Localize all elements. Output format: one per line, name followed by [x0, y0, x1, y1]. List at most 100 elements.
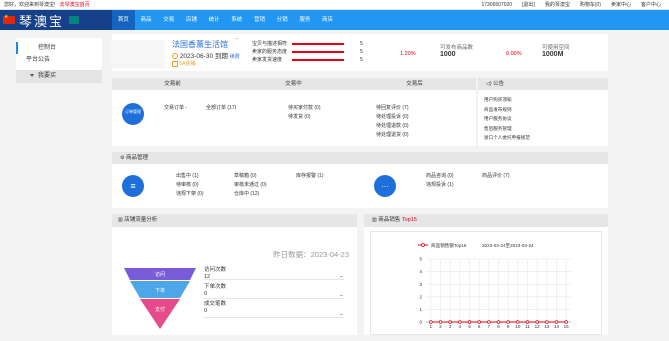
x-tick-label: 2	[439, 324, 442, 329]
warehouse[interactable]: 仓库中 (12)	[234, 190, 267, 199]
space-value: 1000M	[542, 51, 564, 58]
store-logo	[110, 40, 165, 68]
funnel-label-order: 下单	[155, 287, 165, 294]
notice-item[interactable]: 售后服务管理	[484, 124, 530, 134]
visit-count-label: 访问次数	[204, 267, 227, 273]
order-manage-icon[interactable]: 订单管理	[122, 103, 144, 125]
trade-col-mid: 交易中	[285, 81, 302, 87]
trade-header: 交易前 交易中 交易后	[112, 78, 476, 90]
traffic-header: ▥ 店铺流量分析	[112, 214, 357, 227]
pending-reviews[interactable]: 待回复评价 (7)	[376, 104, 409, 113]
data-point	[516, 320, 520, 324]
row-divider	[204, 298, 344, 299]
data-point	[467, 320, 472, 324]
notice-item[interactable]: 用户服务协议	[484, 114, 530, 124]
sidebar-item-notice[interactable]: 平台公告	[16, 54, 102, 66]
nav-stats[interactable]: 统计	[203, 10, 226, 30]
pending-refunds[interactable]: 待处理退款 (0)	[376, 122, 409, 131]
nav-trade[interactable]: 交易	[157, 10, 180, 30]
nav-store[interactable]: 店铺	[180, 10, 203, 30]
stock-alert[interactable]: 库存报警 (1)	[296, 172, 324, 179]
y-tick-label: 3	[419, 282, 422, 287]
violation-complaint[interactable]: 违规投诉 (1)	[426, 181, 454, 190]
nav-distribution[interactable]: 分销	[271, 10, 294, 30]
sidebar-item-console[interactable]: 控制台	[16, 42, 102, 54]
data-point	[506, 320, 510, 324]
store-level-text: 5A店铺	[179, 61, 196, 67]
pending-returns[interactable]: 待处理退货 (0)	[376, 131, 409, 140]
rating-bar-2	[292, 51, 344, 53]
notice-list: 用户购买须知 商品发布规则 用户服务协议 售后服务管理 浙口个人委托申报规范	[484, 95, 530, 143]
violation-removed[interactable]: 违规下架 (0)	[176, 190, 204, 199]
legend-marker	[421, 243, 425, 247]
rating-delivery: 卖家发货速度	[252, 57, 283, 63]
renew-link[interactable]: 续费	[230, 54, 240, 60]
x-tick-label: 8	[497, 324, 500, 329]
trade-mid-list: 待买家付款 (0) 待发货 (0)	[288, 104, 321, 122]
cart-link[interactable]: 购物车(0)	[580, 0, 601, 10]
all-orders[interactable]: 全部订单 (17)	[206, 104, 236, 111]
awaiting-payment[interactable]: 待买家付款 (0)	[288, 104, 321, 113]
x-tick-label: 5	[468, 324, 471, 329]
notice-item[interactable]: 用户购买须知	[484, 95, 530, 105]
home-link[interactable]: 去琴澳宝首页	[60, 2, 90, 8]
brand[interactable]: 琴澳宝	[0, 10, 112, 30]
trade-panel: 订单管理 交易订单 - 全部订单 (17) 待买家付款 (0) 待发货 (0) …	[112, 90, 476, 146]
trade-orders[interactable]: 交易订单 -	[164, 104, 187, 111]
on-sale[interactable]: 出售中 (1)	[176, 172, 204, 181]
notice-item[interactable]: 浙口个人委托申报规范	[484, 133, 530, 143]
speaker-icon: ◁)	[486, 81, 492, 87]
data-point	[535, 320, 539, 324]
pending-complaints[interactable]: 待处理投诉 (0)	[376, 113, 409, 122]
notice-item[interactable]: 商品发布规则	[484, 105, 530, 115]
medal-icon	[172, 60, 178, 67]
x-tick-label: 13	[544, 324, 550, 329]
nav-system[interactable]: 系统	[225, 10, 248, 30]
order-trend: –	[340, 293, 343, 299]
chat-icon[interactable]: …	[374, 175, 396, 197]
product-consult[interactable]: 商品咨询 (0)	[426, 172, 454, 181]
data-point	[564, 320, 568, 324]
rating-service: 卖家的服务态度	[252, 49, 288, 55]
notice-title: 公告	[493, 81, 505, 87]
pending-audit[interactable]: 待审核 (0)	[176, 181, 204, 190]
rating-bar-3	[292, 59, 344, 61]
logout-link[interactable]: [退出]	[522, 0, 535, 10]
awaiting-shipment[interactable]: 待发货 (0)	[288, 113, 321, 122]
nav-home[interactable]: 首页	[112, 10, 135, 30]
trade-post-list: 待回复评价 (7) 待处理投诉 (0) 待处理退款 (0) 待处理退货 (0)	[376, 104, 409, 140]
list-icon[interactable]: ≡	[122, 175, 144, 197]
row-divider	[204, 317, 344, 318]
data-point	[525, 320, 530, 324]
store-name[interactable]: 法国香薰生活馆	[172, 39, 228, 50]
store-panel: 法国香薰生活馆 2023-06-30 到期 续费 5A店铺 - 宝贝与描述相符 …	[110, 34, 608, 71]
main-nav: 琴澳宝 首页 商品 交易 店铺 统计 系统 营销 分销 服务 商店	[0, 10, 669, 30]
audit-failed[interactable]: 审核未通过 (0)	[234, 181, 267, 190]
nav-service[interactable]: 服务	[294, 10, 317, 30]
seller-center-link[interactable]: 卖家中心	[611, 0, 631, 10]
traffic-date: 昨日数据：2023-04-23	[273, 250, 349, 259]
nav-marketing[interactable]: 营销	[248, 10, 271, 30]
sales-chart-frame: 商品销售额Top15 2023-03-24至2023-04-24 0123451…	[370, 231, 602, 335]
x-tick-label: 11	[525, 324, 530, 329]
my-store-link[interactable]: 我的琴澳宝	[545, 0, 570, 10]
service-center-link[interactable]: 客户中心	[641, 0, 661, 10]
nav-shop[interactable]: 商店	[316, 10, 339, 30]
product-reviews[interactable]: 商品评价 (7)	[482, 172, 510, 179]
brand-name: 琴澳宝	[19, 14, 65, 30]
top-bar: 您好，欢迎来到琴澳宝! 去琴澳宝首页 17306507020 [退出] 我的琴澳…	[0, 0, 669, 10]
trade-col-post: 交易后	[406, 81, 423, 87]
funnel-rows: 访问次数 12 下单次数 0 成交笔数 0	[204, 267, 226, 314]
nav-goods[interactable]: 商品	[135, 10, 158, 30]
nav-menu: 首页 商品 交易 店铺 统计 系统 营销 分销 服务 商店	[112, 10, 339, 30]
notice-panel: 用户购买须知 商品发布规则 用户服务协议 售后服务管理 浙口个人委托申报规范	[478, 90, 608, 146]
drafts[interactable]: 草稿箱 (0)	[234, 172, 267, 181]
expire-date: 2023-06-30 到期	[179, 53, 228, 60]
rating-value-3: 5	[360, 57, 363, 63]
goods-list-a: 出售中 (1) 待审核 (0) 违规下架 (0)	[176, 172, 204, 199]
publish-label: 可发布商品数	[440, 45, 474, 51]
sales-header: ▥ 商品销售 Top15	[364, 214, 608, 227]
sidebar-section-buy[interactable]: 我要买	[16, 70, 102, 83]
data-point	[545, 320, 549, 324]
phone-text: 17306507020	[481, 2, 513, 8]
